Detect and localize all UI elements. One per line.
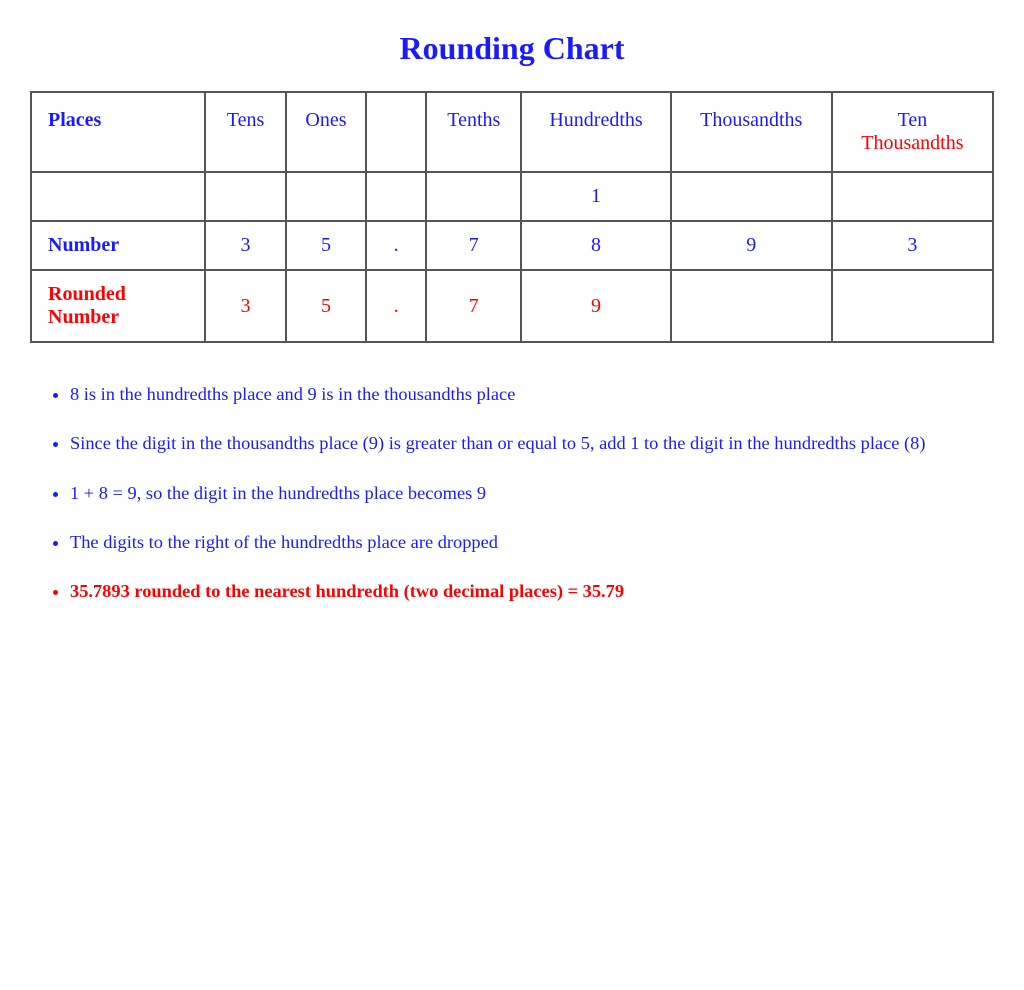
rounded-hundredths: 9 <box>521 270 670 342</box>
number-dot: . <box>366 221 426 270</box>
carry-ten-thousandths <box>832 172 993 221</box>
rounding-chart-table: Places Tens Ones Tenths Hundredths Thous… <box>30 91 994 343</box>
bullet-item-2: 1 + 8 = 9, so the digit in the hundredth… <box>70 478 994 509</box>
header-tenths: Tenths <box>426 92 521 172</box>
carry-tens <box>205 172 285 221</box>
page-title: Rounding Chart <box>30 30 994 67</box>
rounded-ten-thousandths <box>832 270 993 342</box>
bullet-item-0: 8 is in the hundredths place and 9 is in… <box>70 379 994 410</box>
number-row: Number 3 5 . 7 8 9 3 <box>31 221 993 270</box>
carry-dot <box>366 172 426 221</box>
number-thousandths: 9 <box>671 221 832 270</box>
header-ones: Ones <box>286 92 366 172</box>
bullet-list: 8 is in the hundredths place and 9 is in… <box>70 379 994 607</box>
number-tens: 3 <box>205 221 285 270</box>
header-thousandths: Thousandths <box>671 92 832 172</box>
header-tens: Tens <box>205 92 285 172</box>
bullet-item-3: The digits to the right of the hundredth… <box>70 527 994 558</box>
rounded-tens: 3 <box>205 270 285 342</box>
bullet-item-4: 35.7893 rounded to the nearest hundredth… <box>70 576 994 607</box>
number-tenths: 7 <box>426 221 521 270</box>
number-ten-thousandths: 3 <box>832 221 993 270</box>
number-hundredths: 8 <box>521 221 670 270</box>
rounded-row: Rounded Number 3 5 . 7 9 <box>31 270 993 342</box>
rounded-tenths: 7 <box>426 270 521 342</box>
number-label: Number <box>31 221 205 270</box>
rounded-label: Rounded Number <box>31 270 205 342</box>
carry-row: 1 <box>31 172 993 221</box>
header-hundredths: Hundredths <box>521 92 670 172</box>
header-dot <box>366 92 426 172</box>
carry-tenths <box>426 172 521 221</box>
carry-thousandths <box>671 172 832 221</box>
number-ones: 5 <box>286 221 366 270</box>
rounded-ones: 5 <box>286 270 366 342</box>
rounded-thousandths <box>671 270 832 342</box>
rounded-dot: . <box>366 270 426 342</box>
carry-label <box>31 172 205 221</box>
header-row: Places Tens Ones Tenths Hundredths Thous… <box>31 92 993 172</box>
header-places: Places <box>31 92 205 172</box>
bullet-item-1: Since the digit in the thousandths place… <box>70 428 994 459</box>
carry-hundredths: 1 <box>521 172 670 221</box>
header-ten-thousandths: Ten Thousandths <box>832 92 993 172</box>
carry-ones <box>286 172 366 221</box>
